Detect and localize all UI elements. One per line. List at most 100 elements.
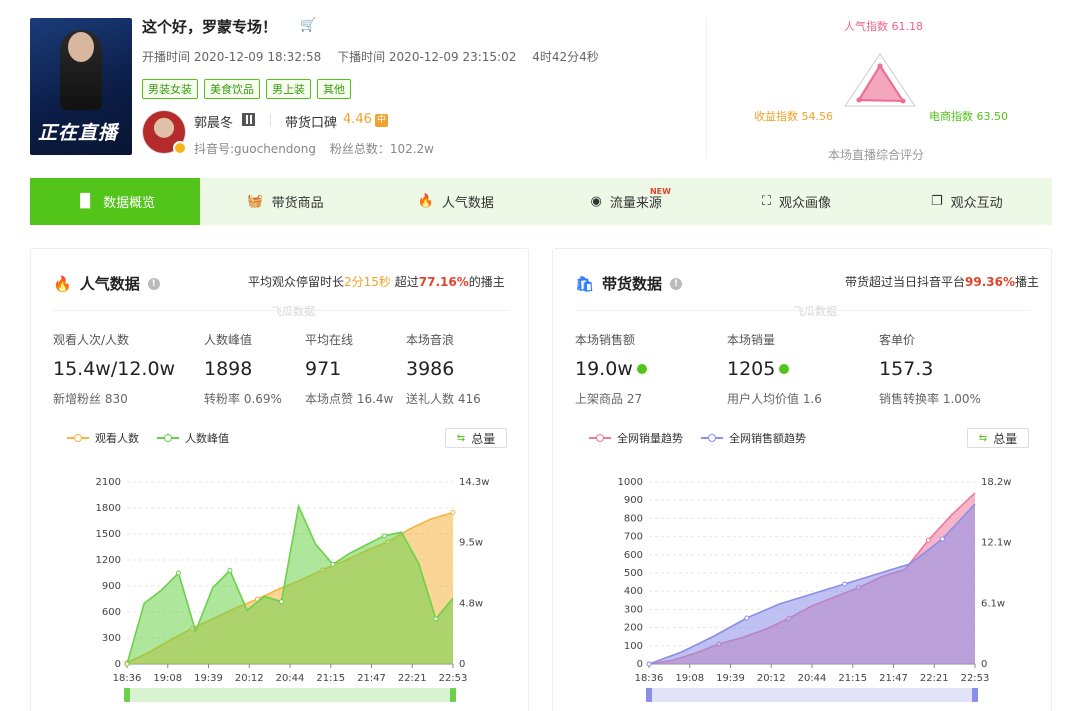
qr-code-icon[interactable] (242, 113, 255, 126)
metric-key: 客单价 (879, 333, 916, 347)
tab-audience-portrait[interactable]: ⛶ 观众画像 (711, 178, 881, 225)
button-label: 总量 (993, 431, 1018, 446)
tab-audience-interaction[interactable]: ❐ 观众互动 (882, 178, 1052, 225)
y-tick-label: 600 (102, 607, 121, 618)
tag: 男上装 (266, 79, 311, 99)
metric-value: 1898 (204, 358, 314, 380)
metric-value-text: 3986 (406, 358, 455, 380)
x-tick-label: 22:21 (920, 673, 949, 684)
metric-key: 观看人次/人数 (53, 333, 130, 347)
y-tick-label: 1200 (96, 555, 121, 566)
radar-point (900, 98, 906, 104)
x-tick-label: 20:44 (276, 673, 305, 684)
end-time: 下播时间 2020-12-09 23:15:02 (337, 50, 517, 64)
note-text: 超过 (390, 275, 419, 289)
info-icon[interactable]: ! (147, 277, 160, 290)
metric-sub: 用户人均价值 1.6 (727, 392, 822, 406)
metric-sub: 新增粉丝 830 (53, 392, 128, 406)
note-text: 平均观众停留时长 (248, 275, 345, 289)
radar-point (856, 97, 862, 103)
tab-data-overview[interactable]: ▐▌ 数据概览 (30, 178, 201, 225)
metric-value-text: 1205 (727, 358, 776, 380)
legend-label: 全网销售额趋势 (729, 432, 806, 445)
tab-label: 人气数据 (441, 196, 494, 211)
x-tick-label: 20:44 (798, 673, 827, 684)
toggle-icon: ⇆ (456, 432, 466, 444)
chart-legend: 全网销量趋势 全网销售额趋势 (589, 430, 806, 446)
series-area (127, 506, 453, 664)
live-header: 正在直播 这个好，罗蒙专场！ 🛒 开播时间 2020-12-09 18:32:5… (0, 0, 1080, 178)
page: 正在直播 这个好，罗蒙专场！ 🛒 开播时间 2020-12-09 18:32:5… (0, 0, 1080, 711)
metric: 本场音浪 3986 送礼人数 416 (406, 331, 516, 407)
data-point (278, 599, 284, 605)
tab-popularity[interactable]: 🔥 人气数据 (371, 178, 541, 225)
x-tick-label: 21:47 (879, 673, 908, 684)
radar-revenue-label: 收益指数 54.56 (754, 110, 833, 123)
legend-item[interactable]: 全网销售额趋势 (701, 430, 806, 446)
metric-key: 人数峰值 (204, 333, 253, 347)
y2-tick-label: 0 (981, 659, 987, 670)
metric-sub: 上架商品 27 (575, 392, 643, 406)
legend-item[interactable]: 观看人数 (67, 430, 139, 446)
y-tick-label: 100 (624, 641, 643, 652)
y-tick-label: 0 (115, 659, 121, 670)
metric-key: 本场销售额 (575, 333, 636, 347)
panel-title: 🔥 人气数据 ! (53, 273, 160, 294)
y-tick-label: 300 (102, 633, 121, 644)
fans-count: 粉丝总数：102.2w (329, 142, 434, 156)
zoom-slider (649, 688, 975, 702)
sales-note: 带货超过当日抖音平台99.36%播主 (845, 273, 1039, 290)
data-point (744, 615, 750, 621)
tab-bar: ▐▌ 数据概览 🧺 带货商品 🔥 人气数据 ◉ 流量来源 NEW ⛶ 观众画像 ❐ 观众互动 (30, 178, 1052, 225)
zoom-slider (127, 688, 453, 702)
total-button[interactable]: ⇆ 总量 (445, 428, 507, 448)
metric-key: 本场销量 (727, 333, 776, 347)
avatar[interactable] (142, 110, 187, 155)
tag: 美食饮品 (204, 79, 260, 99)
panel-title-text: 人气数据 (79, 275, 140, 293)
note-text: 播主 (1015, 275, 1040, 289)
y-tick-label: 800 (624, 513, 643, 524)
panel-title-text: 带货数据 (602, 275, 663, 293)
koubei-level-badge: 中 (375, 114, 388, 127)
radar-caption: 本场直播综合评分 (828, 148, 925, 162)
zoom-handle-right (450, 688, 456, 702)
total-button[interactable]: ⇆ 总量 (967, 428, 1029, 448)
y-tick-label: 700 (624, 532, 643, 543)
header-divider (706, 18, 707, 158)
live-times: 开播时间 2020-12-09 18:32:58 下播时间 2020-12-09… (142, 48, 611, 65)
y2-tick-label: 4.8w (459, 598, 483, 609)
y-tick-label: 0 (637, 659, 643, 670)
zoom-handle-right (972, 688, 978, 702)
metric: 平均在线 971 本场点赞 16.4w (305, 331, 415, 407)
y-tick-label: 1500 (96, 529, 121, 540)
legend-item[interactable]: 人数峰值 (157, 430, 229, 446)
data-point (227, 567, 233, 573)
portrait-icon: ⛶ (761, 194, 772, 209)
info-icon[interactable]: ! (670, 277, 683, 290)
y-tick-label: 500 (624, 568, 643, 579)
category-tags: 男装女装 美食饮品 男上装 其他 (142, 79, 351, 99)
metric-value: 3986 (406, 358, 516, 380)
x-tick-label: 18:36 (113, 673, 142, 684)
tab-products[interactable]: 🧺 带货商品 (200, 178, 370, 225)
anchor-name[interactable]: 郭晨冬 (194, 112, 233, 131)
live-cover-image[interactable]: 正在直播 (30, 18, 132, 155)
divider (53, 310, 509, 311)
y-tick-label: 200 (624, 623, 643, 634)
metric: 观看人次/人数 15.4w/12.0w 新增粉丝 830 (53, 331, 175, 407)
data-point (842, 581, 848, 587)
legend-swatch (701, 434, 723, 442)
koubei-value: 4.46 (343, 112, 372, 127)
legend-item[interactable]: 全网销量趋势 (589, 430, 683, 446)
y-tick-label: 1000 (618, 477, 643, 488)
note-percent: 99.36% (965, 275, 1015, 289)
cart-icon[interactable]: 🛒 (300, 18, 316, 33)
y-tick-label: 2100 (96, 477, 121, 488)
tab-traffic-source[interactable]: ◉ 流量来源 NEW (541, 178, 711, 225)
chat-icon: ❐ (930, 194, 943, 209)
x-tick-label: 21:47 (357, 673, 386, 684)
y2-tick-label: 0 (459, 659, 465, 670)
y-tick-label: 900 (624, 495, 643, 506)
metric-sub: 转粉率 0.69% (204, 392, 282, 406)
